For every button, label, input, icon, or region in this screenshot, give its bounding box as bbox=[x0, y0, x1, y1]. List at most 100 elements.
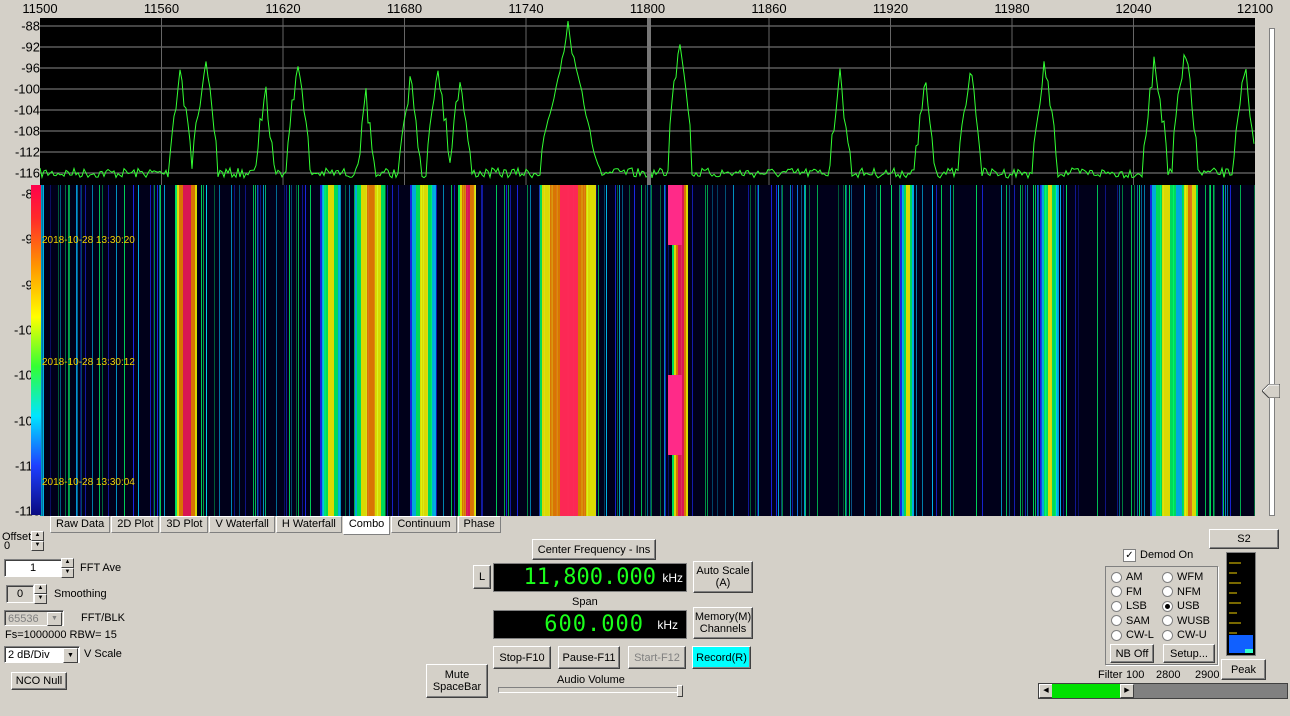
audio-volume-label: Audio Volume bbox=[557, 674, 625, 686]
spectrum-db-tick: -104 bbox=[13, 102, 40, 118]
fft-blk-value: 65536 bbox=[8, 613, 39, 625]
stop-button[interactable]: Stop-F10 bbox=[493, 646, 551, 669]
radio-label: NFM bbox=[1177, 585, 1201, 598]
s-meter-readout: S2 bbox=[1209, 529, 1279, 549]
span-display[interactable]: 600.000 kHz bbox=[493, 610, 687, 639]
radio-label: SAM bbox=[1126, 614, 1150, 627]
pause-button[interactable]: Pause-F11 bbox=[558, 646, 620, 669]
spectrum-db-tick: -108 bbox=[13, 123, 40, 139]
tab-continuum[interactable]: Continuum bbox=[391, 516, 457, 533]
filter-label: Filter bbox=[1098, 669, 1123, 681]
radio-am[interactable]: AM bbox=[1111, 571, 1143, 583]
fft-ave-spinner[interactable]: ▲ ▼ bbox=[61, 558, 74, 578]
smoothing-input[interactable]: 0 bbox=[6, 585, 34, 603]
fft-ave-input[interactable]: 1 bbox=[4, 559, 62, 577]
spectrum-db-tick: -88 bbox=[21, 18, 40, 34]
demod-on-label: Demod On bbox=[1140, 549, 1194, 561]
memory-channels-button[interactable]: Memory(M) Channels bbox=[693, 607, 753, 639]
frequency-unit: kHz bbox=[662, 571, 683, 585]
view-tabs: Raw Data 2D Plot 3D Plot V Waterfall H Water… bbox=[50, 516, 502, 535]
spectrum-plot[interactable] bbox=[40, 18, 1255, 185]
vscale-select[interactable]: 2 dB/Div ▼ bbox=[4, 646, 80, 663]
radio-button-icon[interactable] bbox=[1111, 571, 1122, 583]
nb-off-button[interactable]: NB Off bbox=[1110, 644, 1154, 663]
start-button[interactable]: Start-F12 bbox=[628, 646, 686, 669]
filter-width: 2900 bbox=[1195, 669, 1220, 681]
radio-label: USB bbox=[1177, 600, 1200, 612]
waterfall-plot[interactable] bbox=[40, 185, 1255, 516]
tab-raw-data[interactable]: Raw Data bbox=[50, 516, 111, 533]
timestamp: 2018-10-28 13:30:04 bbox=[42, 477, 135, 488]
chevron-down-icon[interactable]: ▼ bbox=[47, 612, 62, 626]
vertical-slider-thumb[interactable] bbox=[1262, 384, 1280, 398]
vscale-value: 2 dB/Div bbox=[8, 649, 50, 661]
frequency-display[interactable]: 11,800.000 kHz bbox=[493, 563, 687, 592]
tab-v-waterfall[interactable]: V Waterfall bbox=[209, 516, 275, 533]
spectrum-db-axis: -88 -92 -96 -100 -104 -108 -112 -116 bbox=[0, 18, 40, 185]
chevron-down-icon[interactable]: ▼ bbox=[63, 648, 78, 663]
audio-volume-slider[interactable] bbox=[498, 687, 682, 693]
spectrum-db-tick: -96 bbox=[21, 60, 40, 76]
radio-button-icon[interactable] bbox=[1111, 600, 1122, 612]
frequency-tick-label: 11500 bbox=[22, 1, 58, 16]
tab-h-waterfall[interactable]: H Waterfall bbox=[275, 516, 342, 533]
mute-button[interactable]: Mute SpaceBar bbox=[426, 664, 488, 698]
center-frequency-button[interactable]: Center Frequency - Ins bbox=[532, 539, 656, 560]
spectrum-db-tick: -100 bbox=[13, 81, 40, 97]
radio-cw-u[interactable]: CW-U bbox=[1162, 629, 1207, 641]
span-value: 600.000 bbox=[544, 612, 644, 637]
radio-button-icon[interactable] bbox=[1162, 629, 1173, 641]
radio-lsb[interactable]: LSB bbox=[1111, 600, 1147, 612]
radio-fm[interactable]: FM bbox=[1111, 586, 1142, 598]
radio-button-icon[interactable] bbox=[1162, 600, 1173, 612]
frequency-tick-label: 11860 bbox=[751, 1, 787, 16]
radio-cw-l[interactable]: CW-L bbox=[1111, 629, 1154, 641]
spectrum-db-tick: -92 bbox=[21, 39, 40, 55]
l-button[interactable]: L bbox=[473, 565, 491, 589]
smoothing-spinner[interactable]: ▲ ▼ bbox=[34, 584, 47, 604]
tab-phase[interactable]: Phase bbox=[457, 516, 501, 533]
filter-high: 2800 bbox=[1156, 669, 1181, 681]
offset-value[interactable]: 0 bbox=[4, 540, 28, 553]
audio-volume-thumb[interactable] bbox=[677, 685, 683, 697]
radio-wfm[interactable]: WFM bbox=[1162, 571, 1203, 583]
center-frequency-marker[interactable] bbox=[647, 18, 651, 185]
radio-usb[interactable]: USB bbox=[1162, 600, 1200, 612]
radio-label: CW-U bbox=[1177, 629, 1207, 641]
radio-button-icon[interactable] bbox=[1111, 629, 1122, 641]
radio-button-icon[interactable] bbox=[1111, 615, 1122, 626]
frequency-value: 11,800.000 bbox=[523, 565, 656, 590]
combo-plot[interactable] bbox=[40, 18, 1255, 516]
offset-spinner[interactable]: ▲ ▼ bbox=[31, 531, 44, 551]
peak-button[interactable]: Peak bbox=[1221, 659, 1266, 680]
scroll-left-icon[interactable]: ◀ bbox=[1039, 684, 1053, 698]
frequency-tick-label: 11800 bbox=[629, 1, 666, 16]
fft-blk-select[interactable]: 65536 ▼ bbox=[4, 610, 64, 626]
tab-3d-plot[interactable]: 3D Plot bbox=[160, 516, 209, 533]
vertical-slider-track[interactable] bbox=[1269, 28, 1275, 516]
radio-button-icon[interactable] bbox=[1162, 571, 1173, 583]
nco-null-button[interactable]: NCO Null bbox=[11, 672, 67, 690]
smoothing-label: Smoothing bbox=[54, 588, 107, 600]
s-meter-graphic bbox=[1229, 562, 1253, 653]
tab-combo[interactable]: Combo bbox=[342, 516, 391, 535]
span-unit: kHz bbox=[657, 618, 678, 632]
filter-low: 100 bbox=[1126, 669, 1145, 681]
radio-button-icon[interactable] bbox=[1111, 586, 1122, 597]
setup-button[interactable]: Setup... bbox=[1163, 644, 1215, 663]
radio-sam[interactable]: SAM bbox=[1111, 615, 1150, 627]
tab-2d-plot[interactable]: 2D Plot bbox=[111, 516, 160, 533]
scroll-right-icon[interactable]: ▶ bbox=[1120, 684, 1134, 698]
demod-on-checkbox[interactable]: ✓ bbox=[1123, 549, 1136, 562]
radio-wusb[interactable]: WUSB bbox=[1162, 615, 1210, 627]
radio-button-icon[interactable] bbox=[1162, 586, 1173, 597]
filter-scrollbar[interactable]: ◀ ▶ bbox=[1038, 683, 1288, 699]
auto-scale-button[interactable]: Auto Scale (A) bbox=[693, 561, 753, 593]
fft-ave-label: FFT Ave bbox=[80, 562, 122, 574]
record-button[interactable]: Record(R) bbox=[692, 646, 751, 669]
radio-label: LSB bbox=[1126, 600, 1147, 612]
radio-label: WUSB bbox=[1177, 614, 1210, 627]
radio-button-icon[interactable] bbox=[1162, 615, 1173, 626]
radio-nfm[interactable]: NFM bbox=[1162, 586, 1201, 598]
filter-passband[interactable] bbox=[1052, 684, 1120, 698]
